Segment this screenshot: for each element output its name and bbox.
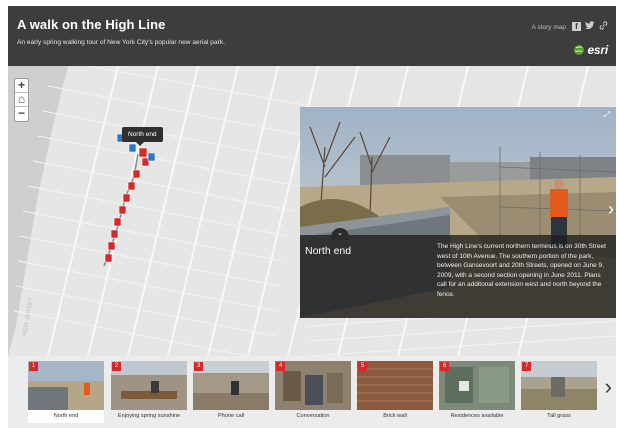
thumbnail-4[interactable]: 4 Conversation xyxy=(275,361,351,423)
thumbnail-1[interactable]: 1 North end xyxy=(28,361,104,423)
thumbnail-7[interactable]: 7 Tall grass xyxy=(521,361,597,423)
page-subtitle: An early spring walking tour of New York… xyxy=(17,39,225,46)
story-map-label: A story map xyxy=(531,24,566,31)
thumbnail-3[interactable]: 3 Phone call xyxy=(193,361,269,423)
facebook-icon[interactable]: f xyxy=(572,22,581,31)
caption-text: The High Line's current northern terminu… xyxy=(437,243,606,298)
expand-icon[interactable]: ⤢ xyxy=(602,110,612,120)
thumbnail-5[interactable]: 5 Brick wall xyxy=(357,361,433,423)
share-icons: f xyxy=(572,21,608,32)
app-header: A walk on the High Line An early spring … xyxy=(8,6,616,66)
thumbnail-carousel: 1 North end 2 Enjoying spring sunshine 3… xyxy=(8,356,616,428)
twitter-icon[interactable] xyxy=(585,21,595,32)
zoom-in-button[interactable]: + xyxy=(15,79,28,93)
brand-name: esri xyxy=(587,43,608,57)
caption-toggle-icon[interactable]: ⌄ xyxy=(331,228,349,240)
esri-logo[interactable]: esri xyxy=(573,43,608,57)
carousel-next-icon[interactable]: › xyxy=(605,376,612,398)
media-panel: ⤢ › ⌄ North end The High Line's current … xyxy=(300,107,616,318)
globe-icon xyxy=(574,45,585,55)
thumbnail-6[interactable]: 6 Residences available xyxy=(439,361,515,423)
next-image-icon[interactable]: › xyxy=(608,199,614,220)
home-button[interactable]: ⌂ xyxy=(15,93,28,107)
link-icon[interactable] xyxy=(599,21,608,32)
thumbnail-2[interactable]: 2 Enjoying spring sunshine xyxy=(111,361,187,423)
caption-title: North end xyxy=(305,245,352,257)
zoom-out-button[interactable]: − xyxy=(15,107,28,121)
map-view[interactable]: NEW JERSEY + ⌂ − North end ⤢ › ⌄ North e… xyxy=(8,66,616,356)
page-title: A walk on the High Line xyxy=(17,17,166,32)
zoom-control: + ⌂ − xyxy=(14,78,29,122)
marker-tooltip: North end xyxy=(122,127,163,146)
